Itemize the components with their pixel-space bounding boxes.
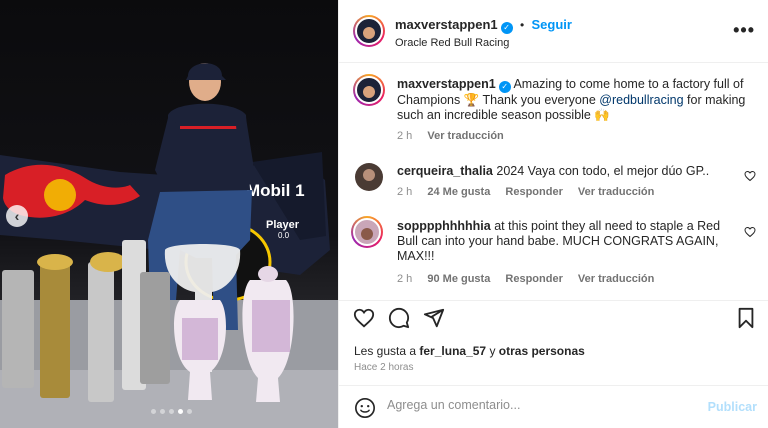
likes-prefix: Les gusta a <box>354 344 417 358</box>
comment-likes-count[interactable]: 90 Me gusta <box>427 273 490 285</box>
publish-button[interactable]: Publicar <box>708 400 757 414</box>
others-link[interactable]: otras personas <box>499 344 585 358</box>
separator-dot: • <box>519 18 525 32</box>
comment-translate-link[interactable]: Ver traducción <box>578 273 654 285</box>
driver-shirt-stripe <box>180 126 240 129</box>
commenter-avatar[interactable] <box>351 216 383 248</box>
save-bookmark-icon[interactable] <box>735 307 757 329</box>
comment-meta: 2 h 90 Me gusta Responder Ver traducción <box>397 273 666 285</box>
comment-reply-button[interactable]: Responder <box>505 273 562 285</box>
comment-translate-link[interactable]: Ver traducción <box>578 186 654 198</box>
more-options-icon[interactable]: ••• <box>733 20 755 41</box>
carousel-dot <box>187 409 192 414</box>
author-avatar[interactable] <box>353 15 385 47</box>
car-player-number: 0.0 <box>278 231 290 240</box>
caption-username[interactable]: maxverstappen1 <box>397 77 496 91</box>
driver-cap <box>186 63 226 80</box>
comment-time: 2 h <box>397 186 413 198</box>
like-heart-icon[interactable] <box>353 307 375 329</box>
caption-block: maxverstappen1 ✓ Amazing to come home to … <box>351 73 756 153</box>
comment-reply-button[interactable]: Responder <box>505 186 562 198</box>
post-side-panel: maxverstappen1 ✓ • Seguir Oracle Red Bull… <box>338 0 768 428</box>
post-photo-illustration: Mobil 1 Player 0.0 <box>0 63 338 428</box>
caption-avatar[interactable] <box>353 74 385 106</box>
post-actions: Les gusta a fer_luna_57 y otras personas… <box>339 300 768 380</box>
likes-joiner: y <box>489 344 496 358</box>
carousel-prev-button[interactable]: ‹ <box>6 205 28 227</box>
caption-meta: 2 h Ver traducción <box>397 130 516 142</box>
follow-button[interactable]: Seguir <box>532 17 572 32</box>
caption-mention-link[interactable]: @redbullracing <box>599 93 683 107</box>
share-send-icon[interactable] <box>423 307 445 329</box>
carousel-dot <box>151 409 156 414</box>
author-line: maxverstappen1 ✓ • Seguir <box>395 17 572 34</box>
verified-badge-icon: ✓ <box>498 81 511 93</box>
comment-username[interactable]: sopppphhhhhia <box>397 219 491 233</box>
emoji-icon[interactable] <box>354 397 376 419</box>
caption-translate-link[interactable]: Ver traducción <box>427 130 503 142</box>
red-bull-sun <box>44 179 76 211</box>
caption-text: maxverstappen1 ✓ Amazing to come home to … <box>397 77 747 123</box>
post-header: maxverstappen1 ✓ • Seguir Oracle Red Bull… <box>339 0 768 63</box>
carousel-dot-active <box>178 409 183 414</box>
comment-input[interactable] <box>387 398 687 412</box>
post-photo[interactable]: Mobil 1 Player 0.0 ‹ <box>0 0 338 428</box>
comment-time: 2 h <box>397 273 413 285</box>
comment-item: cerqueira_thalia 2024 Vaya con todo, el … <box>351 160 756 204</box>
post-location[interactable]: Oracle Red Bull Racing <box>395 37 509 49</box>
verified-badge-icon: ✓ <box>500 22 513 34</box>
author-username[interactable]: maxverstappen1 <box>395 17 498 32</box>
carousel-dots <box>151 409 192 414</box>
post-time-ago: Hace 2 horas <box>354 362 414 373</box>
comment-like-heart-icon[interactable] <box>744 170 756 182</box>
comment-like-heart-icon[interactable] <box>744 226 756 238</box>
commenter-avatar[interactable] <box>355 163 383 191</box>
car-player-text: Player <box>266 219 300 231</box>
comment-text: sopppphhhhhia at this point they all nee… <box>397 219 737 264</box>
comment-meta: 2 h 24 Me gusta Responder Ver traducción <box>397 186 666 198</box>
comment-text: cerqueira_thalia 2024 Vaya con todo, el … <box>397 164 737 179</box>
liked-by-username[interactable]: fer_luna_57 <box>419 344 486 358</box>
comment-likes-count[interactable]: 24 Me gusta <box>427 186 490 198</box>
carousel-dot <box>160 409 165 414</box>
add-comment-bar: Publicar <box>339 385 768 428</box>
comment-body: 2024 Vaya con todo, el mejor dúo GP.. <box>496 164 710 178</box>
car-sponsor-text: Mobil 1 <box>246 181 305 200</box>
comment-username[interactable]: cerqueira_thalia <box>397 164 493 178</box>
comment-bubble-icon[interactable] <box>388 307 410 329</box>
carousel-dot <box>169 409 174 414</box>
comment-item: sopppphhhhhia at this point they all nee… <box>351 214 756 292</box>
caption-time: 2 h <box>397 130 413 142</box>
comments-section: maxverstappen1 ✓ Amazing to come home to … <box>339 64 768 300</box>
likes-summary: Les gusta a fer_luna_57 y otras personas <box>354 344 585 358</box>
